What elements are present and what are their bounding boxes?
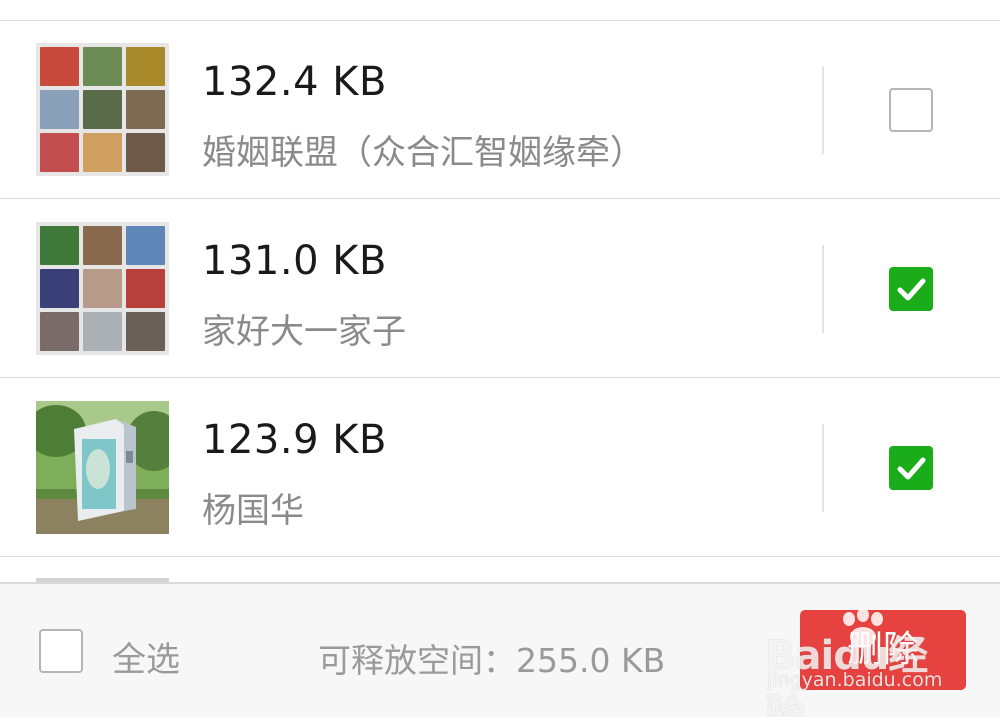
select-all-label[interactable]: 全选 [112,632,180,681]
chat-name: 家好大一家子 [202,312,406,352]
list-item[interactable]: 123.9 KB 杨国华 [0,379,1000,557]
avatar-tile [83,47,122,86]
avatar-tile [40,47,79,86]
avatar-tile [83,226,122,265]
row-divider [822,424,824,512]
avatar-tile [40,133,79,172]
item-checkbox[interactable] [889,88,933,132]
chat-size: 123.9 KB [202,417,387,463]
group-avatar-thumbnail [36,43,169,176]
avatar-tile [83,90,122,129]
avatar-tile [126,90,165,129]
list-item[interactable]: 131.0 KB 家好大一家子 [0,200,1000,378]
kiosk-photo [36,401,169,534]
contact-photo-thumbnail [36,401,169,534]
chat-name: 婚姻联盟（众合汇智姻缘牵） [202,133,644,173]
avatar-tile [83,133,122,172]
avatar-tile [83,269,122,308]
chat-storage-list: 132.4 KB 婚姻联盟（众合汇智姻缘牵） 131.0 KB 家好大一家子 1… [0,0,1000,584]
chat-size: 131.0 KB [202,238,387,284]
checkmark-icon [897,457,926,480]
checkmark-icon [897,278,926,301]
avatar-tile [40,269,79,308]
item-checkbox[interactable] [889,267,933,311]
avatar-tile [126,312,165,351]
list-item[interactable]: 132.4 KB 婚姻联盟（众合汇智姻缘牵） [0,21,1000,199]
row-divider [822,66,824,154]
avatar-tile [83,312,122,351]
avatar-tile [126,47,165,86]
chat-size: 132.4 KB [202,59,387,105]
group-avatar-thumbnail [36,222,169,355]
delete-button[interactable]: 删除 [800,610,966,690]
avatar-tile [40,90,79,129]
avatar-tile [126,269,165,308]
row-divider [822,245,824,333]
avatar-tile [126,133,165,172]
storage-cleanup-screen: 132.4 KB 婚姻联盟（众合汇智姻缘牵） 131.0 KB 家好大一家子 1… [0,0,1000,717]
bottom-action-bar: 全选 可释放空间：255.0 KB 删除 [0,582,1000,717]
chat-name: 杨国华 [202,491,304,531]
freeable-space-label: 可释放空间：255.0 KB [318,641,666,680]
avatar-tile [40,226,79,265]
avatar-tile [40,312,79,351]
item-checkbox[interactable] [889,446,933,490]
avatar-tile [126,226,165,265]
select-all-checkbox[interactable] [39,629,83,673]
